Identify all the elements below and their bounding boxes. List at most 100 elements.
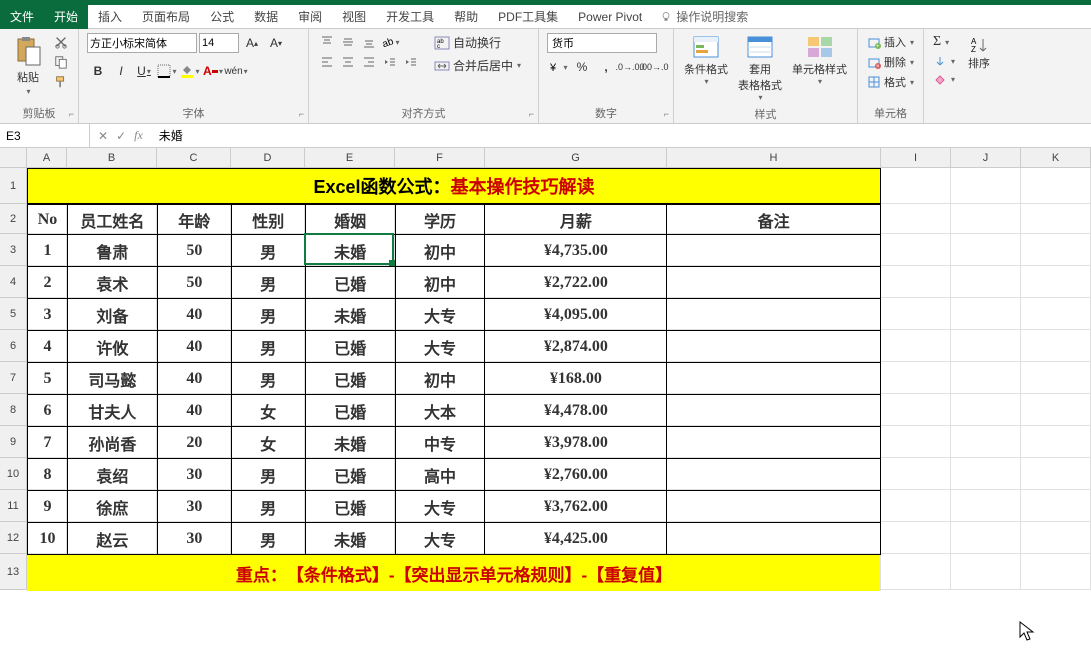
tab-powerpivot[interactable]: Power Pivot [568, 6, 652, 28]
comma-button[interactable]: , [595, 57, 617, 77]
col-header-J[interactable]: J [951, 148, 1021, 167]
table-header[interactable]: 员工姓名 [67, 205, 157, 235]
table-cell[interactable]: 30 [157, 459, 231, 491]
table-cell[interactable]: 50 [157, 267, 231, 299]
table-cell[interactable]: 已婚 [305, 395, 395, 427]
dialog-launcher-icon[interactable]: ⌐ [299, 109, 304, 119]
font-color-button[interactable]: A▾ [202, 61, 224, 81]
col-header-I[interactable]: I [881, 148, 951, 167]
tab-home[interactable]: 开始 [44, 4, 88, 29]
table-cell[interactable] [667, 235, 881, 267]
table-cell[interactable]: 40 [157, 395, 231, 427]
table-cell[interactable]: 4 [28, 331, 68, 363]
table-cell[interactable]: 1 [28, 235, 68, 267]
table-cell[interactable]: 甘夫人 [67, 395, 157, 427]
table-cell[interactable]: 徐庶 [67, 491, 157, 523]
table-cell[interactable]: 40 [157, 363, 231, 395]
row-header-11[interactable]: 11 [0, 490, 26, 522]
tab-pdf[interactable]: PDF工具集 [488, 4, 568, 29]
table-cell[interactable]: 40 [157, 331, 231, 363]
table-header[interactable]: 备注 [667, 205, 881, 235]
table-cell[interactable] [667, 427, 881, 459]
table-cell[interactable]: 男 [231, 363, 305, 395]
table-cell[interactable]: ¥3,978.00 [485, 427, 667, 459]
paste-button[interactable]: 粘贴 ▾ [8, 33, 48, 98]
sort-filter-button[interactable]: AZ 排序 [966, 33, 992, 73]
format-cells-button[interactable]: 格式▾ [866, 73, 915, 91]
row-header-10[interactable]: 10 [0, 458, 26, 490]
table-cell[interactable]: 女 [231, 395, 305, 427]
tab-file[interactable]: 文件 [0, 4, 44, 29]
table-cell[interactable]: 3 [28, 299, 68, 331]
table-header[interactable]: 年龄 [157, 205, 231, 235]
col-header-G[interactable]: G [485, 148, 667, 167]
row-header-2[interactable]: 2 [0, 204, 26, 234]
delete-cells-button[interactable]: ×删除▾ [866, 53, 915, 71]
formula-bar[interactable] [151, 124, 1091, 147]
table-cell[interactable]: 已婚 [305, 331, 395, 363]
insert-cells-button[interactable]: +插入▾ [866, 33, 915, 51]
table-cell[interactable]: 初中 [395, 267, 485, 299]
row-header-3[interactable]: 3 [0, 234, 26, 266]
table-cell[interactable]: 未婚 [305, 523, 395, 555]
table-cell[interactable]: ¥2,874.00 [485, 331, 667, 363]
wrap-text-button[interactable]: abc自动换行 [433, 33, 522, 52]
table-header[interactable]: 性别 [231, 205, 305, 235]
decrease-font-button[interactable]: A▾ [265, 33, 287, 53]
table-cell[interactable] [667, 331, 881, 363]
table-cell[interactable]: ¥2,760.00 [485, 459, 667, 491]
table-cell[interactable] [667, 395, 881, 427]
table-cell[interactable]: 8 [28, 459, 68, 491]
table-cell[interactable]: 初中 [395, 363, 485, 395]
table-cell[interactable]: 6 [28, 395, 68, 427]
col-header-A[interactable]: A [27, 148, 67, 167]
table-cell[interactable]: 袁术 [67, 267, 157, 299]
table-cell[interactable]: 7 [28, 427, 68, 459]
table-cell[interactable]: 男 [231, 491, 305, 523]
table-cell[interactable]: 男 [231, 523, 305, 555]
border-button[interactable]: ▾ [156, 61, 178, 81]
tab-formulas[interactable]: 公式 [200, 4, 244, 29]
conditional-format-button[interactable]: 条件格式▾ [682, 33, 730, 88]
col-header-C[interactable]: C [157, 148, 231, 167]
col-header-F[interactable]: F [395, 148, 485, 167]
table-cell[interactable]: 男 [231, 235, 305, 267]
font-size-select[interactable] [199, 33, 239, 53]
table-cell[interactable]: ¥4,425.00 [485, 523, 667, 555]
underline-button[interactable]: U▾ [133, 61, 155, 81]
table-cell[interactable]: 鲁肃 [67, 235, 157, 267]
merge-center-button[interactable]: 合并后居中▾ [433, 56, 522, 75]
font-name-select[interactable] [87, 33, 197, 53]
align-right-button[interactable] [359, 53, 379, 71]
table-header[interactable]: 婚姻 [305, 205, 395, 235]
dialog-launcher-icon[interactable]: ⌐ [664, 109, 669, 119]
tab-help[interactable]: 帮助 [444, 4, 488, 29]
format-painter-button[interactable] [52, 73, 70, 91]
table-cell[interactable]: 5 [28, 363, 68, 395]
col-header-K[interactable]: K [1021, 148, 1091, 167]
table-cell[interactable]: 赵云 [67, 523, 157, 555]
table-cell[interactable]: 已婚 [305, 491, 395, 523]
table-cell[interactable]: 未婚 [305, 427, 395, 459]
table-cell[interactable]: 男 [231, 459, 305, 491]
name-box[interactable] [0, 124, 90, 147]
fill-button[interactable]: ▾ [932, 53, 956, 69]
autosum-button[interactable]: Σ▾ [932, 33, 956, 51]
decrease-indent-button[interactable] [380, 53, 400, 71]
cancel-formula-button[interactable]: ✕ [98, 129, 108, 143]
row-header-1[interactable]: 1 [0, 168, 26, 204]
accounting-format-button[interactable]: ¥▾ [547, 57, 569, 77]
table-cell[interactable]: 已婚 [305, 267, 395, 299]
tab-data[interactable]: 数据 [244, 4, 288, 29]
tab-view[interactable]: 视图 [332, 4, 376, 29]
align-center-button[interactable] [338, 53, 358, 71]
align-left-button[interactable] [317, 53, 337, 71]
cell-styles-button[interactable]: 单元格样式▾ [790, 33, 849, 88]
row-header-6[interactable]: 6 [0, 330, 26, 362]
dialog-launcher-icon[interactable]: ⌐ [69, 109, 74, 119]
tab-review[interactable]: 审阅 [288, 4, 332, 29]
align-bottom-button[interactable] [359, 33, 379, 51]
tab-insert[interactable]: 插入 [88, 4, 132, 29]
row-header-5[interactable]: 5 [0, 298, 26, 330]
table-cell[interactable]: 男 [231, 299, 305, 331]
